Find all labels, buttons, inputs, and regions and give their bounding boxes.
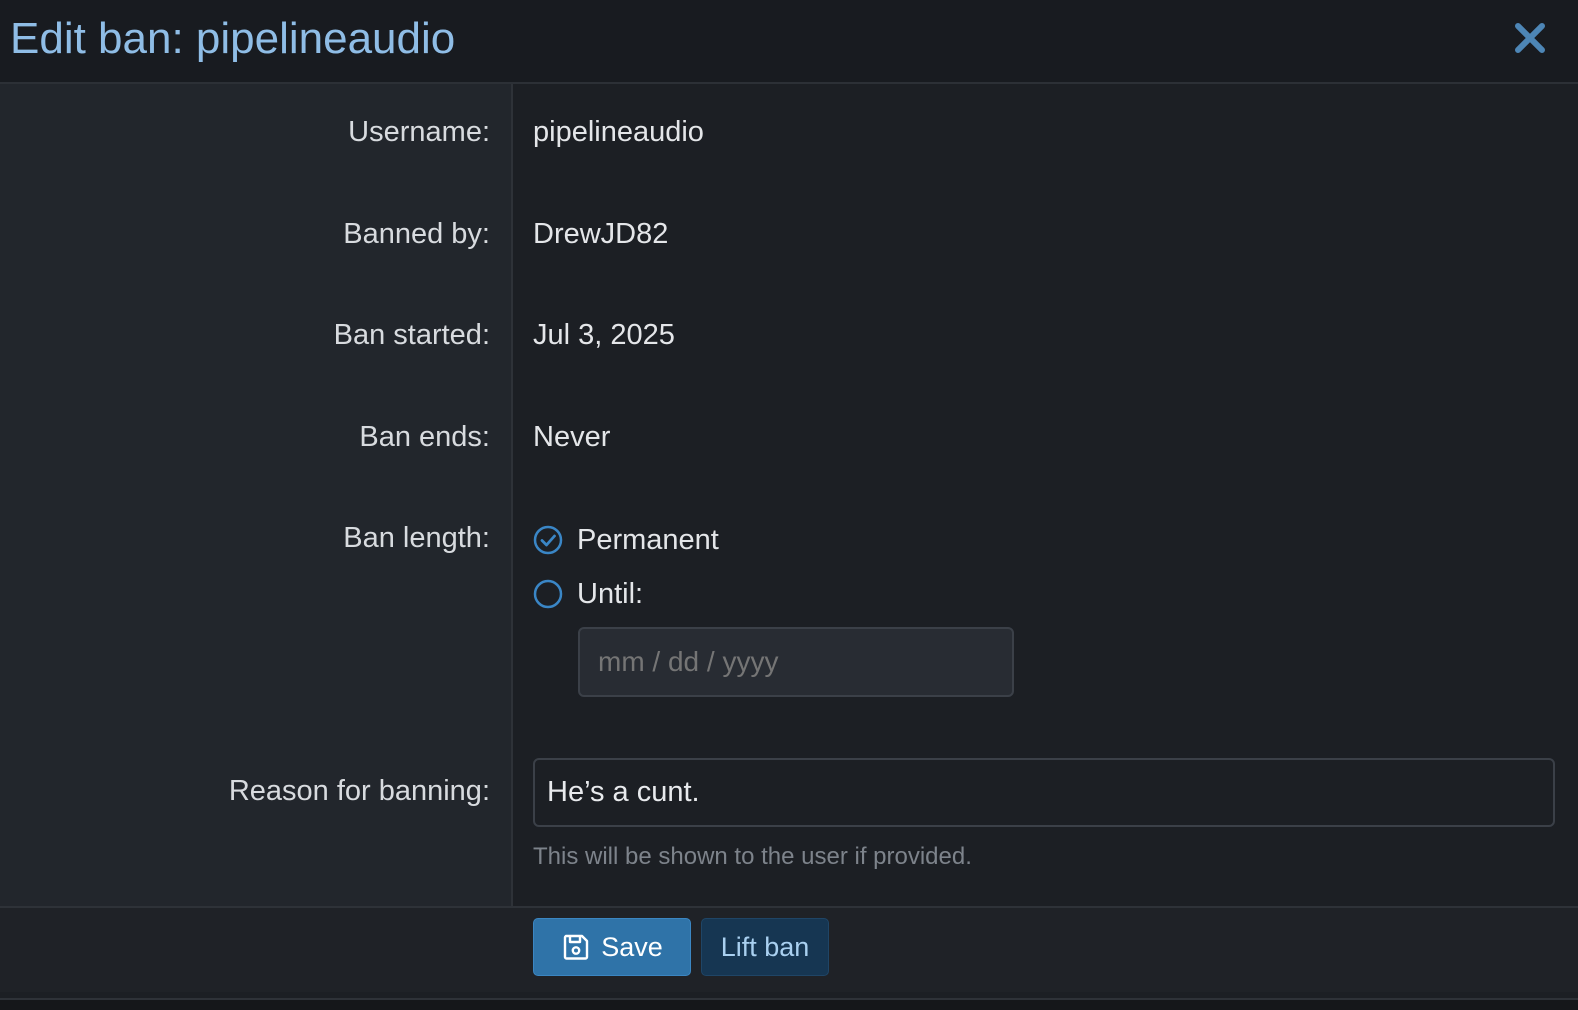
radio-until-label: Until: bbox=[577, 577, 644, 610]
radio-permanent[interactable]: Permanent bbox=[533, 522, 719, 558]
reason-label: Reason for banning: bbox=[228, 775, 490, 807]
username-value: pipelineaudio bbox=[533, 116, 704, 148]
ban-ends-value: Never bbox=[533, 421, 611, 453]
dialog-header: Edit ban: pipelineaudio bbox=[0, 0, 1578, 84]
radio-unchecked-icon bbox=[533, 579, 563, 609]
username-label: Username: bbox=[348, 116, 490, 148]
save-icon bbox=[564, 934, 589, 960]
reason-input[interactable]: He’s a cunt. bbox=[533, 758, 1555, 827]
radio-permanent-label: Permanent bbox=[577, 523, 719, 556]
save-button[interactable]: Save bbox=[533, 918, 691, 976]
reason-hint: This will be shown to the user if provid… bbox=[533, 843, 972, 870]
radio-until[interactable]: Until: bbox=[533, 576, 643, 612]
ban-ends-label: Ban ends: bbox=[359, 421, 490, 453]
close-icon bbox=[1515, 23, 1545, 53]
ban-started-label: Ban started: bbox=[333, 319, 490, 351]
ban-length-label: Ban length: bbox=[343, 522, 490, 554]
banned-by-value: DrewJD82 bbox=[533, 218, 669, 250]
ban-end-date-input[interactable] bbox=[578, 627, 1014, 697]
edit-ban-dialog: Edit ban: pipelineaudio Username: pipeli… bbox=[0, 0, 1578, 1000]
save-button-label: Save bbox=[601, 931, 663, 962]
radio-checked-icon bbox=[533, 525, 563, 555]
banned-by-label: Banned by: bbox=[343, 218, 490, 250]
dialog-title: Edit ban: pipelineaudio bbox=[10, 14, 456, 63]
close-button[interactable] bbox=[1502, 12, 1558, 68]
lift-ban-button-label: Lift ban bbox=[720, 931, 810, 962]
lift-ban-button[interactable]: Lift ban bbox=[701, 918, 829, 976]
ban-started-value: Jul 3, 2025 bbox=[533, 319, 675, 351]
